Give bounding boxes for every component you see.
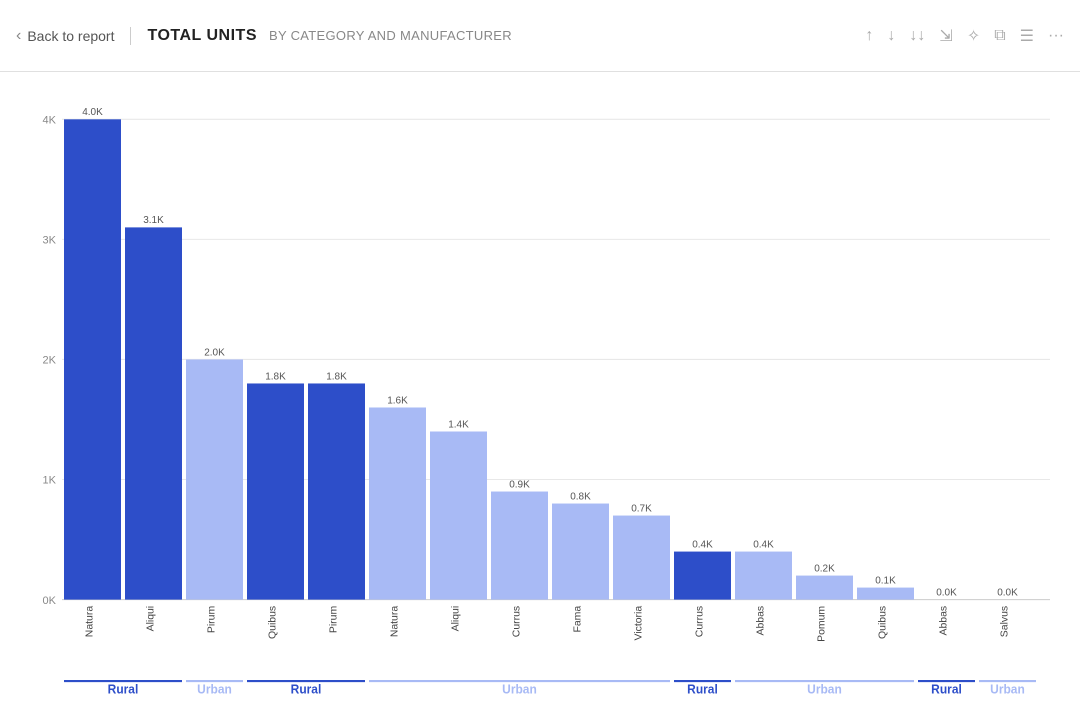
- bar-value-label: 0.4K: [692, 539, 713, 550]
- pin-icon[interactable]: ✧: [967, 26, 980, 46]
- bar-value-label: 0.1K: [875, 575, 896, 586]
- bar-name-label: Aliqui: [146, 606, 157, 632]
- bar-value-label: 0.0K: [936, 587, 957, 598]
- category-label: Rural: [291, 682, 322, 696]
- toolbar-icons: ↑ ↓ ↓↓ ⇲ ✧ ⧉ ☰ ···: [865, 26, 1064, 46]
- bar-value-label: 0.0K: [997, 587, 1018, 598]
- bar-name-label: Pomum: [817, 606, 828, 642]
- copy-icon[interactable]: ⧉: [994, 27, 1005, 45]
- more-icon[interactable]: ···: [1048, 27, 1064, 45]
- page-subtitle: BY CATEGORY AND MANUFACTURER: [269, 28, 512, 43]
- bar-rect[interactable]: [125, 227, 182, 599]
- bar-value-label: 1.4K: [448, 419, 469, 430]
- category-label: Urban: [807, 682, 842, 696]
- bar-rect[interactable]: [430, 431, 487, 599]
- category-label: Rural: [931, 682, 962, 696]
- bar-value-label: 1.6K: [387, 395, 408, 406]
- bar-name-label: Natura: [85, 606, 96, 638]
- bar-name-label: Pirum: [207, 606, 218, 633]
- bar-rect[interactable]: [186, 359, 243, 599]
- bar-value-label: 2.0K: [204, 347, 225, 358]
- bar-value-label: 1.8K: [326, 371, 347, 382]
- bar-rect[interactable]: [308, 383, 365, 599]
- chart-area: 0K 1K 2K 3K 4K 4.0K Natura 3.1K Aliqui 2.0K Pirum 1…: [0, 72, 1080, 704]
- bar-value-label: 0.9K: [509, 479, 530, 490]
- bar-value-label: 3.1K: [143, 215, 164, 226]
- bar-name-label: Natura: [390, 606, 401, 638]
- bar-rect[interactable]: [64, 119, 121, 599]
- svg-text:3K: 3K: [43, 234, 57, 246]
- category-label: Rural: [687, 682, 718, 696]
- bar-value-label: 0.4K: [753, 539, 774, 550]
- bar-rect[interactable]: [857, 588, 914, 600]
- bar-value-label: 4.0K: [82, 107, 103, 118]
- bar-name-label: Victoria: [634, 606, 645, 641]
- sort-asc-icon[interactable]: ↑: [865, 27, 873, 45]
- expand-icon[interactable]: ⇲: [939, 26, 952, 46]
- bar-name-label: Abbas: [939, 606, 950, 636]
- bar-name-label: Quibus: [268, 606, 279, 639]
- bar-rect[interactable]: [735, 552, 792, 600]
- svg-text:2K: 2K: [43, 354, 57, 366]
- filter-icon[interactable]: ☰: [1020, 26, 1034, 46]
- bar-rect[interactable]: [491, 492, 548, 600]
- back-button[interactable]: ‹ Back to report: [16, 27, 131, 45]
- category-label: Rural: [108, 682, 139, 696]
- bar-value-label: 0.8K: [570, 491, 591, 502]
- bar-name-label: Pirum: [329, 606, 340, 633]
- chevron-left-icon: ‹: [16, 27, 21, 45]
- bar-value-label: 0.2K: [814, 563, 835, 574]
- category-label: Urban: [990, 682, 1025, 696]
- sort-desc-icon[interactable]: ↓: [887, 27, 895, 45]
- back-label: Back to report: [27, 28, 114, 44]
- bar-rect[interactable]: [796, 576, 853, 600]
- header: ‹ Back to report TOTAL UNITS BY CATEGORY…: [0, 0, 1080, 72]
- bar-name-label: Quibus: [878, 606, 889, 639]
- svg-text:1K: 1K: [43, 475, 57, 487]
- svg-text:4K: 4K: [43, 114, 57, 126]
- bar-name-label: Currus: [695, 606, 706, 637]
- bar-rect[interactable]: [552, 504, 609, 600]
- bar-rect[interactable]: [247, 383, 304, 599]
- category-label: Urban: [502, 682, 537, 696]
- bar-rect[interactable]: [674, 552, 731, 600]
- bar-chart: 0K 1K 2K 3K 4K 4.0K Natura 3.1K Aliqui 2.0K Pirum 1…: [20, 88, 1060, 704]
- svg-text:0K: 0K: [43, 595, 57, 607]
- bar-name-label: Salvus: [1000, 606, 1011, 637]
- page-title: TOTAL UNITS: [147, 27, 257, 45]
- bar-value-label: 1.8K: [265, 371, 286, 382]
- bar-name-label: Aliqui: [451, 606, 462, 632]
- bar-rect[interactable]: [369, 407, 426, 599]
- bar-name-label: Abbas: [756, 606, 767, 636]
- bar-value-label: 0.7K: [631, 503, 652, 514]
- sort-desc2-icon[interactable]: ↓↓: [909, 27, 925, 45]
- bar-rect[interactable]: [613, 516, 670, 600]
- category-label: Urban: [197, 682, 232, 696]
- bar-name-label: Fama: [573, 606, 584, 633]
- bar-name-label: Currus: [512, 606, 523, 637]
